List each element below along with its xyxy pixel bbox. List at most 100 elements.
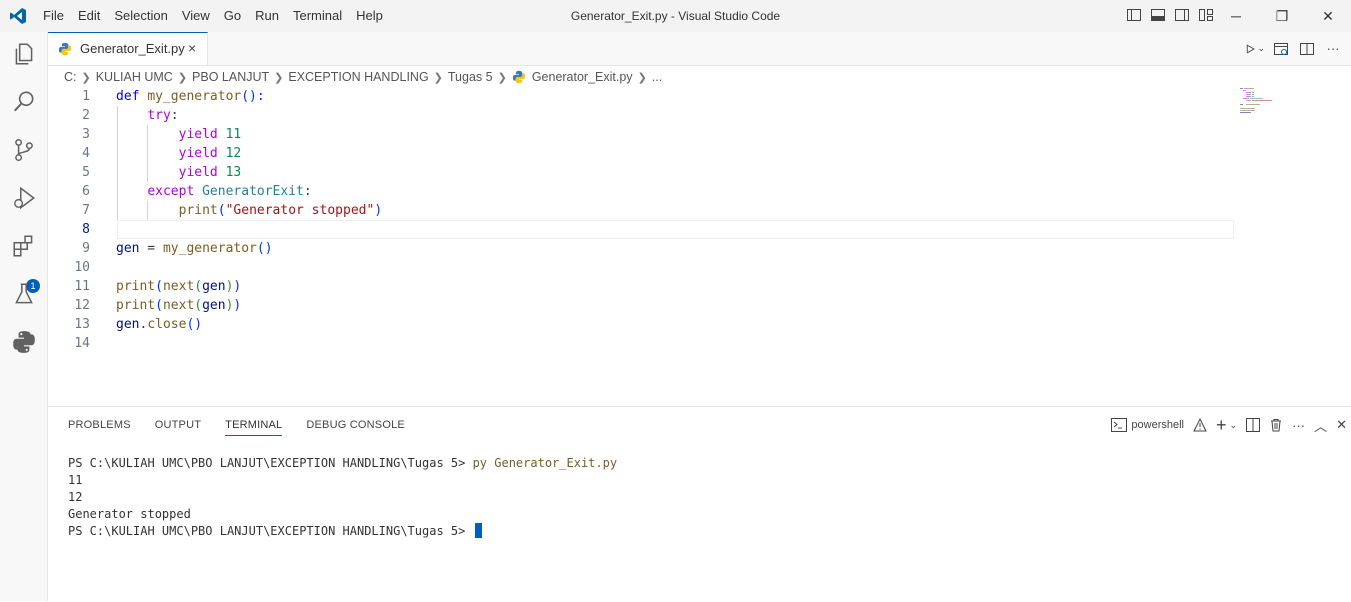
chevron-right-icon: ❯ [497, 71, 507, 84]
breadcrumb-item[interactable]: KULIAH UMC [96, 70, 173, 84]
tab-terminal[interactable]: TERMINAL [225, 407, 283, 436]
python-file-icon [512, 70, 525, 84]
terminal-icon [1111, 418, 1128, 432]
code-line: 9 gen = my_generator() [48, 239, 1233, 258]
explorer-icon[interactable] [11, 41, 37, 67]
search-icon[interactable] [11, 89, 37, 115]
open-changes-icon[interactable] [1271, 39, 1291, 59]
tab-problems[interactable]: PROBLEMS [68, 407, 131, 443]
close-panel-icon[interactable]: ✕ [1336, 417, 1347, 433]
menu-bar: File Edit Selection View Go Run Terminal… [36, 0, 390, 32]
line-number: 4 [82, 146, 90, 161]
close-window-icon[interactable]: ✕ [1305, 0, 1351, 32]
terminal-line: Generator stopped [68, 507, 191, 521]
chevron-right-icon: ❯ [274, 71, 284, 84]
menu-help[interactable]: Help [349, 0, 390, 32]
code-text: gen.close() [116, 317, 203, 332]
menu-go[interactable]: Go [217, 0, 248, 32]
toggle-primary-sidebar-icon[interactable] [1126, 7, 1142, 23]
tab-generator-exit[interactable]: Generator_Exit.py × [48, 32, 208, 65]
minimize-icon[interactable]: ─ [1213, 0, 1259, 32]
breadcrumb-item[interactable]: EXCEPTION HANDLING [288, 70, 428, 84]
title-bar: File Edit Selection View Go Run Terminal… [0, 0, 1351, 32]
breadcrumb-item[interactable]: Generator_Exit.py [532, 70, 633, 84]
restore-icon[interactable]: ❐ [1259, 0, 1305, 32]
bottom-panel: PROBLEMS OUTPUT TERMINAL DEBUG CONSOLE p… [48, 406, 1351, 602]
code-text: try: [147, 108, 179, 123]
code-line: 14 [48, 334, 1233, 353]
code-line: 10 [48, 258, 1233, 277]
terminal-line: 12 [68, 490, 83, 504]
warning-icon[interactable] [1193, 418, 1207, 432]
line-number: 13 [74, 317, 90, 332]
customize-layout-icon[interactable] [1198, 7, 1214, 23]
run-debug-icon[interactable] [11, 185, 37, 211]
split-editor-icon[interactable] [1297, 39, 1317, 59]
terminal-line: 11 [68, 473, 83, 487]
more-actions-icon[interactable]: ··· [1292, 418, 1305, 433]
trash-icon[interactable] [1269, 418, 1283, 432]
python-icon[interactable] [11, 329, 37, 355]
line-number: 3 [82, 127, 90, 142]
tab-output[interactable]: OUTPUT [155, 407, 201, 443]
chevron-right-icon: ❯ [637, 71, 647, 84]
terminal-cursor [474, 523, 482, 538]
new-terminal-icon[interactable]: + ⌄ [1216, 416, 1237, 434]
tab-debug-console[interactable]: DEBUG CONSOLE [306, 407, 405, 443]
toggle-panel-icon[interactable] [1150, 7, 1166, 23]
terminal-line: PS C:\KULIAH UMC\PBO LANJUT\EXCEPTION HA… [68, 523, 617, 540]
menu-terminal[interactable]: Terminal [286, 0, 349, 32]
line-number: 14 [74, 336, 90, 351]
code-line: 6 except GeneratorExit: [48, 182, 1233, 201]
panel-tabs: PROBLEMS OUTPUT TERMINAL DEBUG CONSOLE [68, 407, 405, 443]
terminal-shell-selector[interactable]: powershell [1111, 418, 1184, 432]
breadcrumb-item[interactable]: PBO LANJUT [192, 70, 269, 84]
code-line: 8 [48, 220, 1233, 239]
breadcrumb-item[interactable]: C: [64, 70, 77, 84]
minimap[interactable] [1238, 87, 1288, 127]
line-number: 7 [82, 203, 90, 218]
menu-selection[interactable]: Selection [107, 0, 174, 32]
more-actions-icon[interactable]: ··· [1323, 39, 1343, 59]
breadcrumb: C: ❯ KULIAH UMC ❯ PBO LANJUT ❯ EXCEPTION HA… [64, 66, 662, 88]
code-text: yield 12 [178, 146, 242, 161]
code-text: gen = my_generator() [116, 241, 273, 256]
activity-bar: 1 [0, 32, 48, 601]
line-number: 9 [82, 241, 90, 256]
code-text: print(next(gen)) [116, 298, 242, 313]
testing-icon[interactable] [11, 281, 37, 307]
source-control-icon[interactable] [11, 137, 37, 163]
code-line: 2 try: [48, 106, 1233, 125]
tab-close-icon[interactable]: × [188, 33, 196, 64]
breadcrumb-item[interactable]: ... [652, 70, 662, 84]
code-line: 11 print(next(gen)) [48, 277, 1233, 296]
code-editor[interactable]: 1 def my_generator(): 2 try: 3 yield 11 4… [48, 87, 1234, 405]
split-terminal-icon[interactable] [1246, 418, 1261, 432]
chevron-right-icon: ❯ [81, 71, 91, 84]
breadcrumb-item[interactable]: Tugas 5 [448, 70, 493, 84]
shell-name: powershell [1131, 419, 1185, 431]
code-line: 7 print("Generator stopped") [48, 201, 1233, 220]
menu-file[interactable]: File [36, 0, 71, 32]
layout-controls [1126, 7, 1214, 23]
line-number: 12 [74, 298, 90, 313]
maximize-panel-icon[interactable]: ︿ [1314, 416, 1327, 435]
run-python-file-icon[interactable]: ⌄ [1245, 39, 1265, 59]
editor-tab-bar: Generator_Exit.py × ⌄ ··· [48, 32, 1351, 66]
code-text: except GeneratorExit: [147, 184, 312, 199]
code-line: 4 yield 12 [48, 144, 1233, 163]
vscode-logo-icon[interactable] [9, 7, 27, 25]
menu-edit[interactable]: Edit [71, 0, 107, 32]
line-number: 1 [82, 89, 90, 104]
window-controls: ─ ❐ ✕ [1213, 0, 1351, 32]
line-number: 11 [74, 279, 90, 294]
code-text: print(next(gen)) [116, 279, 242, 294]
menu-run[interactable]: Run [248, 0, 286, 32]
toggle-secondary-sidebar-icon[interactable] [1174, 7, 1190, 23]
terminal-output[interactable]: PS C:\KULIAH UMC\PBO LANJUT\EXCEPTION HA… [68, 455, 617, 540]
line-number: 8 [82, 222, 90, 237]
tab-label: Generator_Exit.py [80, 41, 185, 56]
menu-view[interactable]: View [175, 0, 217, 32]
extensions-icon[interactable] [11, 233, 37, 259]
code-line: 3 yield 11 [48, 125, 1233, 144]
